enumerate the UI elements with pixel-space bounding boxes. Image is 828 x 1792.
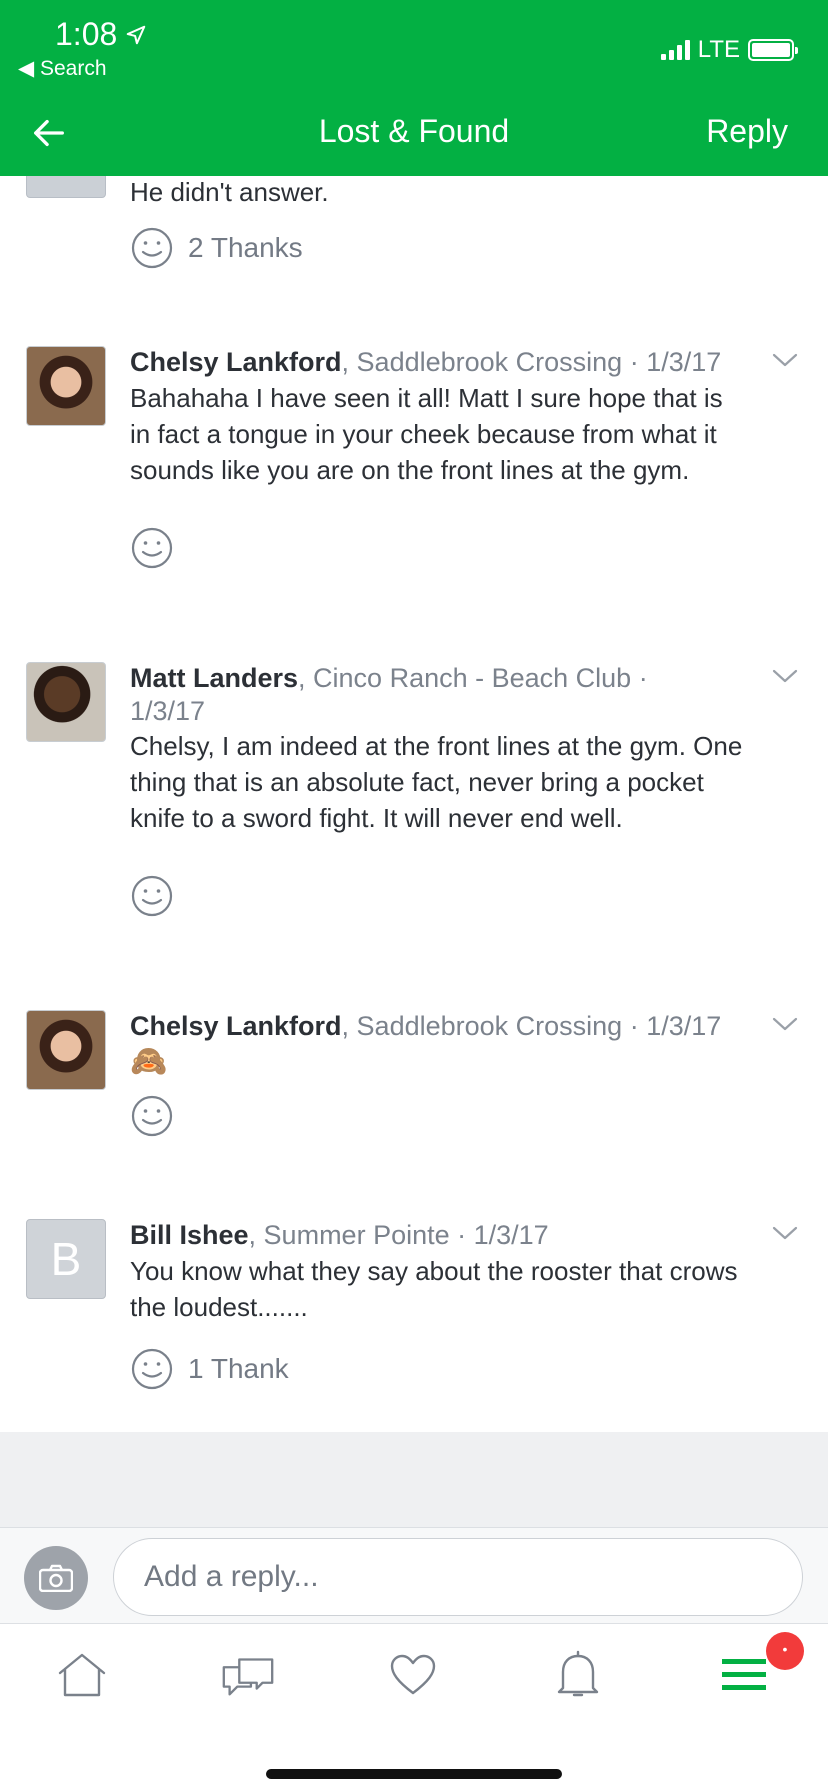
heart-icon (390, 1654, 436, 1695)
author-name[interactable]: Chelsy Lankford (130, 347, 342, 377)
chevron-down-icon[interactable] (770, 350, 800, 370)
camera-icon (39, 1564, 73, 1592)
chevron-down-icon[interactable] (770, 1223, 800, 1243)
tab-home[interactable] (52, 1650, 112, 1700)
thank-button[interactable]: 2 Thanks (130, 226, 303, 270)
signal-icon (660, 40, 690, 60)
author-name[interactable]: Chelsy Lankford (130, 1011, 342, 1041)
battery-icon (748, 39, 798, 61)
thank-button[interactable] (130, 1094, 174, 1138)
tab-favorites[interactable] (383, 1650, 443, 1700)
reply-button[interactable]: Reply (706, 113, 788, 150)
avatar[interactable] (26, 176, 106, 198)
thanks-count: 2 Thanks (188, 232, 303, 263)
notification-badge: • (766, 1632, 804, 1670)
thank-button[interactable]: 1 Thank (130, 1347, 289, 1391)
comment-body: You know what they say about the rooster… (130, 1256, 738, 1322)
author-meta: , Saddlebrook Crossing · 1/3/17 (341, 1011, 722, 1041)
comment-feed[interactable]: He didn't answer. 2 Thanks Chelsy Lankfo… (0, 176, 828, 1432)
feed-footer (0, 1432, 828, 1528)
tab-notifications[interactable] (548, 1650, 608, 1700)
author-meta: , Cinco Ranch - Beach Club · (298, 663, 648, 693)
chat-bubbles-icon (222, 1658, 274, 1696)
reply-bar: Add a reply... (0, 1528, 828, 1624)
author-meta: , Summer Pointe · 1/3/17 (248, 1220, 549, 1250)
comment-body: Chelsy, I am indeed at the front lines a… (130, 731, 743, 833)
smiley-icon[interactable] (130, 1347, 174, 1391)
smiley-icon[interactable] (130, 1094, 174, 1138)
avatar[interactable]: B (26, 1219, 106, 1299)
chevron-down-icon[interactable] (770, 666, 800, 686)
hamburger-menu-icon (722, 1659, 766, 1690)
back-to-search[interactable]: ◀ Search (18, 56, 107, 81)
location-arrow-icon (127, 25, 146, 44)
home-indicator[interactable] (266, 1769, 562, 1779)
status-indicators: LTE (660, 36, 798, 64)
comment-body: Bahahaha I have seen it all! Matt I sure… (130, 383, 723, 485)
avatar[interactable] (26, 346, 106, 426)
comment-date: 1/3/17 (130, 696, 206, 726)
comment-body: He didn't answer. (130, 177, 329, 207)
app-header: 1:08 ◀ Search LTE Lost & Found Reply (0, 0, 828, 176)
smiley-icon[interactable] (130, 874, 174, 918)
page-title: Lost & Found (318, 113, 510, 149)
tab-messages[interactable] (218, 1650, 278, 1700)
author-name[interactable]: Bill Ishee (130, 1220, 249, 1250)
network-label: LTE (697, 36, 740, 63)
author-name[interactable]: Matt Landers (130, 663, 298, 693)
thanks-count: 1 Thank (188, 1353, 289, 1384)
thank-button[interactable] (130, 874, 174, 918)
thank-button[interactable] (130, 526, 174, 570)
bell-icon (557, 1650, 599, 1697)
comment-body: 🙈 (130, 1045, 168, 1078)
home-icon (58, 1653, 106, 1697)
tab-bar: • (0, 1625, 828, 1792)
avatar[interactable] (26, 662, 106, 742)
smiley-icon[interactable] (130, 226, 174, 270)
avatar[interactable] (26, 1010, 106, 1090)
reply-input[interactable]: Add a reply... (113, 1538, 803, 1616)
smiley-icon[interactable] (130, 526, 174, 570)
tab-menu[interactable] (714, 1650, 774, 1700)
camera-button[interactable] (24, 1546, 88, 1610)
status-time: 1:08 (55, 16, 147, 53)
chevron-down-icon[interactable] (770, 1014, 800, 1034)
author-meta: , Saddlebrook Crossing · 1/3/17 (341, 347, 722, 377)
